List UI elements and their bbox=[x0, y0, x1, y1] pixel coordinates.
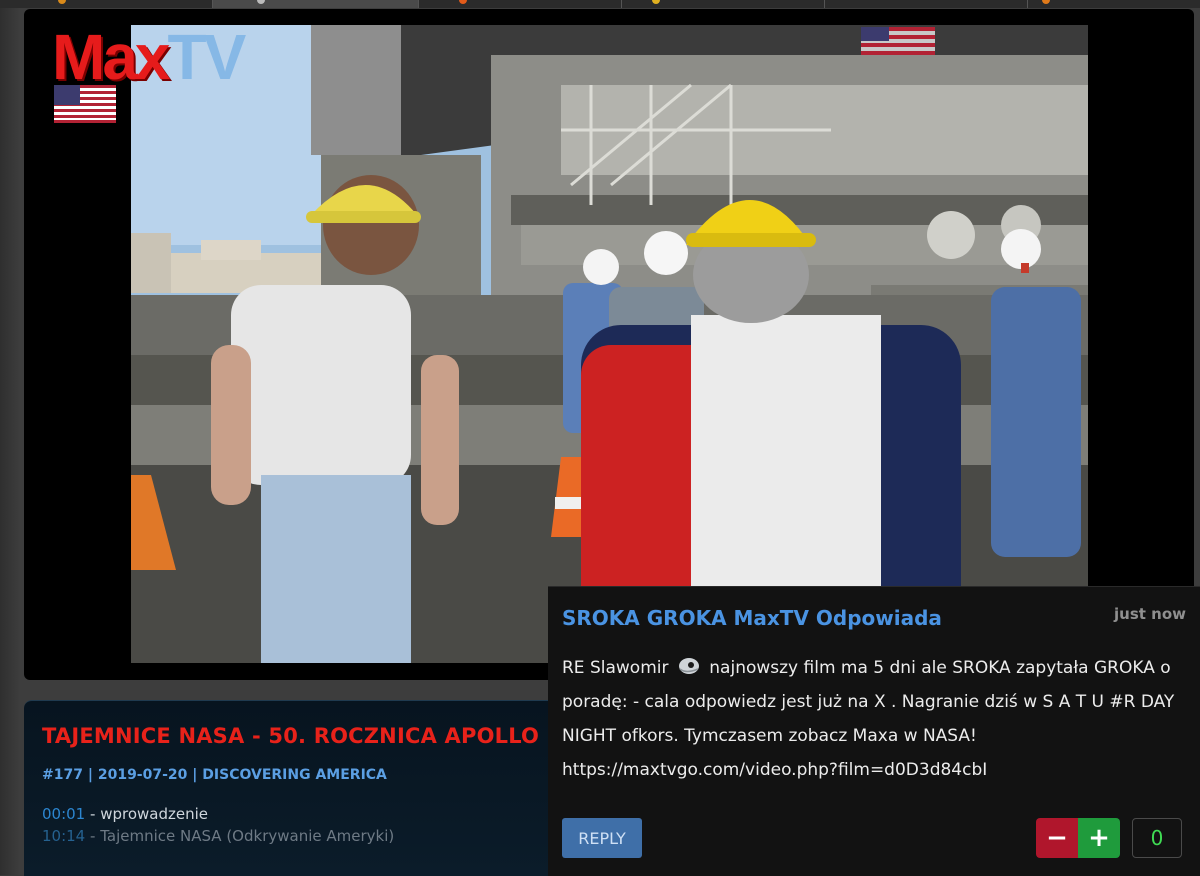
comment-timestamp: just now bbox=[1114, 605, 1186, 623]
browser-tab[interactable] bbox=[419, 0, 622, 8]
episode-meta: #177 | 2019-07-20 | DISCOVERING AMERICA bbox=[42, 767, 387, 783]
chapter-list: 00:01 - wprowadzenie 10:14 - Tajemnice N… bbox=[42, 803, 394, 847]
logo-max-text: Max bbox=[52, 21, 170, 93]
tab-favicon-icon bbox=[459, 0, 467, 4]
chapter-label: Tajemnice NASA (Odkrywanie Ameryki) bbox=[100, 827, 395, 845]
chapter-label: wprowadzenie bbox=[100, 805, 209, 823]
alien-eye-emoji-icon bbox=[678, 658, 699, 674]
tab-favicon-icon bbox=[58, 0, 66, 4]
tab-favicon-icon bbox=[1042, 0, 1050, 4]
browser-tab-strip bbox=[0, 0, 1200, 8]
browser-tab[interactable] bbox=[1028, 0, 1200, 8]
chapter-item[interactable]: 10:14 - Tajemnice NASA (Odkrywanie Amery… bbox=[42, 825, 394, 847]
comment-text-start: RE Slawomir bbox=[562, 658, 669, 678]
episode-title: TAJEMNICE NASA - 50. ROCZNICA APOLLO 11 … bbox=[42, 724, 602, 748]
vote-count: 0 bbox=[1132, 818, 1182, 858]
comment-popup: SROKA GROKA MaxTV Odpowiada just now RE … bbox=[548, 586, 1200, 876]
tab-favicon-icon bbox=[652, 0, 660, 4]
browser-tab[interactable] bbox=[825, 0, 1028, 8]
browser-tab-active[interactable] bbox=[213, 0, 419, 8]
video-player[interactable]: MaxTV bbox=[24, 9, 1194, 680]
logo-tv-text: TV bbox=[167, 21, 247, 93]
us-flag-icon bbox=[54, 85, 116, 123]
browser-tab[interactable] bbox=[0, 0, 213, 8]
maxtv-logo: MaxTV bbox=[52, 25, 292, 135]
upvote-button[interactable]: + bbox=[1078, 818, 1120, 858]
tab-favicon-icon bbox=[257, 0, 265, 4]
episode-date: 2019-07-20 bbox=[97, 767, 188, 783]
browser-tab[interactable] bbox=[622, 0, 825, 8]
downvote-button[interactable]: − bbox=[1036, 818, 1078, 858]
episode-info-card: TAJEMNICE NASA - 50. ROCZNICA APOLLO 11 … bbox=[24, 700, 601, 876]
episode-series-link[interactable]: DISCOVERING AMERICA bbox=[202, 767, 387, 783]
chapter-timestamp-link[interactable]: 10:14 bbox=[42, 827, 85, 845]
comment-author[interactable]: SROKA GROKA MaxTV Odpowiada bbox=[562, 605, 942, 631]
chapter-timestamp-link[interactable]: 00:01 bbox=[42, 805, 85, 823]
chapter-item[interactable]: 00:01 - wprowadzenie bbox=[42, 803, 394, 825]
episode-number: #177 bbox=[42, 767, 83, 783]
reply-button[interactable]: REPLY bbox=[562, 818, 642, 858]
comment-body: RE Slawomir najnowszy film ma 5 dni ale … bbox=[562, 651, 1184, 787]
